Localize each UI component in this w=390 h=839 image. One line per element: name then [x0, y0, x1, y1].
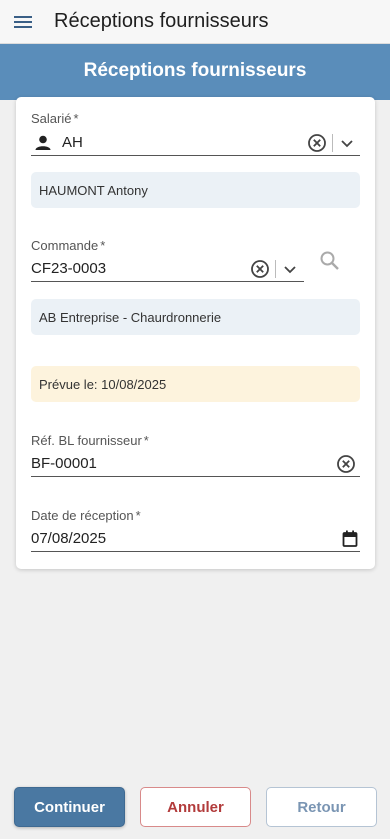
menu-button[interactable]	[0, 0, 46, 44]
ref-bl-label: Réf. BL fournisseur *	[31, 433, 149, 448]
continue-button[interactable]: Continuer	[14, 787, 125, 827]
commande-search-button[interactable]	[319, 250, 341, 277]
commande-clear-button[interactable]	[250, 259, 270, 284]
salarie-value: AH	[62, 134, 83, 151]
ref-bl-value: BF-00001	[31, 455, 97, 472]
search-icon	[320, 251, 339, 270]
salarie-info: HAUMONT Antony	[31, 172, 360, 208]
person-icon	[34, 134, 52, 152]
app-bar: Réceptions fournisseurs	[0, 0, 390, 44]
ref-bl-field: Réf. BL fournisseur * BF-00001	[31, 433, 360, 479]
commande-dropdown-button[interactable]	[281, 259, 299, 284]
page-title: Réceptions fournisseurs	[83, 60, 307, 81]
ref-bl-clear-button[interactable]	[336, 454, 356, 479]
commande-value: CF23-0003	[31, 260, 107, 277]
salarie-clear-button[interactable]	[307, 133, 327, 158]
salarie-field: Salarié * AH	[31, 111, 360, 157]
clear-circle-icon	[337, 455, 355, 473]
salarie-label: Salarié *	[31, 111, 79, 126]
commande-divider	[275, 260, 276, 278]
chevron-down-icon	[341, 140, 353, 148]
date-field: Date de réception * 07/08/2025	[31, 508, 360, 554]
date-value: 07/08/2025	[31, 530, 107, 547]
commande-field: Commande * CF23-0003	[31, 238, 360, 284]
ref-bl-input[interactable]: BF-00001	[31, 451, 360, 477]
hamburger-icon	[14, 15, 32, 28]
cancel-button[interactable]: Annuler	[140, 787, 251, 827]
page-banner: Réceptions fournisseurs	[0, 44, 390, 100]
salarie-dropdown-button[interactable]	[338, 133, 356, 158]
form-card: Salarié * AH HAUMONT Antony Commande * C…	[16, 97, 375, 569]
clear-circle-icon	[308, 134, 326, 152]
commande-label: Commande *	[31, 238, 106, 253]
app-title: Réceptions fournisseurs	[54, 10, 269, 32]
chevron-down-icon	[284, 266, 296, 274]
calendar-icon	[342, 530, 358, 547]
back-button[interactable]: Retour	[266, 787, 377, 827]
salarie-divider	[332, 134, 333, 152]
calendar-button[interactable]	[342, 530, 358, 553]
clear-circle-icon	[251, 260, 269, 278]
commande-notice: Prévue le: 10/08/2025	[31, 366, 360, 402]
date-label: Date de réception *	[31, 508, 141, 523]
date-input[interactable]: 07/08/2025	[31, 526, 360, 552]
commande-info: AB Entreprise - Chaurdronnerie	[31, 299, 360, 335]
